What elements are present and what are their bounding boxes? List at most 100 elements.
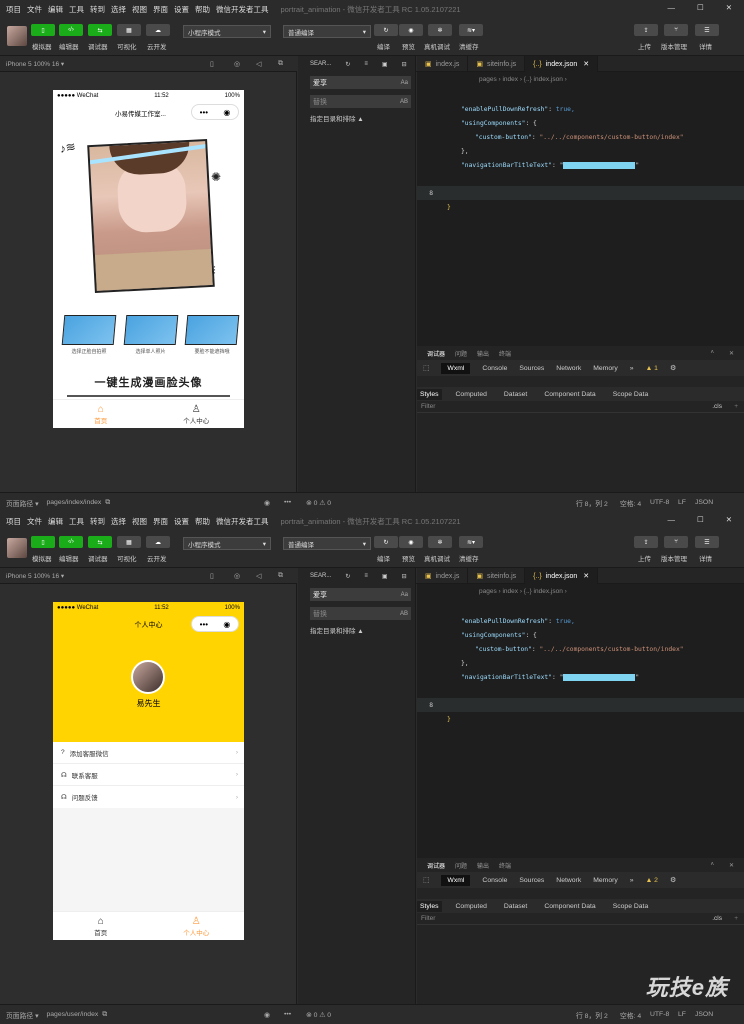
device-select[interactable]: iPhone 5 100% 16 ▾ (6, 60, 64, 68)
problems-count[interactable]: ⊗ 0 ⚠ 0 (306, 1011, 331, 1019)
preview-button[interactable]: ◉ (399, 536, 423, 548)
encoding[interactable]: UTF-8 (650, 499, 669, 506)
panel-memory[interactable]: Memory (593, 877, 618, 884)
real-debug-button[interactable]: ✲ (428, 536, 452, 548)
eye-icon[interactable]: ◉ (264, 499, 270, 507)
tab-debugger[interactable]: 调试器 (427, 861, 445, 870)
chevron-up-icon[interactable]: ˄ (710, 350, 714, 356)
maximize-icon[interactable]: ☐ (697, 3, 704, 12)
menu-item-contact[interactable]: ☊ 联系客服 › (53, 764, 244, 786)
code-content[interactable]: "enablePullDownRefresh": true, "usingCom… (417, 600, 744, 726)
language-mode[interactable]: JSON (695, 499, 713, 506)
upload-button[interactable]: ⇪ (634, 24, 658, 36)
popout-icon[interactable]: ⧉ (278, 572, 283, 580)
include-exclude-toggle[interactable]: 指定目录和排除 ▲ (310, 113, 415, 123)
cls-toggle[interactable]: .cls (712, 915, 722, 922)
compile-select[interactable]: 普通编译 ▾ (283, 537, 371, 550)
details-button[interactable]: ☰ (695, 24, 719, 36)
styles-filter[interactable]: Filter .cls + (417, 913, 744, 925)
menu-item[interactable]: 设置 (174, 4, 189, 15)
minimize-icon[interactable]: — (667, 3, 675, 12)
user-avatar[interactable] (7, 538, 27, 558)
copy-icon[interactable]: ⧉ (105, 499, 110, 507)
close-icon[interactable]: ✕ (583, 572, 589, 580)
warning-count[interactable]: ▲ 2 (646, 877, 658, 884)
menu-item[interactable]: 编辑 (48, 516, 63, 527)
replace-all-icon[interactable]: AB (400, 611, 408, 617)
debugger-toggle[interactable]: ⇆ (88, 24, 112, 36)
style-option[interactable]: 选择正脸自拍照 (61, 315, 117, 357)
minimize-icon[interactable]: — (667, 515, 675, 524)
eye-icon[interactable]: ◉ (264, 1011, 270, 1019)
tab-output[interactable]: 输出 (477, 861, 489, 870)
more-icon[interactable]: ••• (284, 499, 291, 506)
clear-cache-button[interactable]: ≋▾ (459, 24, 483, 36)
debugger-toggle[interactable]: ⇆ (88, 536, 112, 548)
collapse-icon[interactable]: ⊟ (402, 573, 407, 580)
real-debug-button[interactable]: ✲ (428, 24, 452, 36)
search-input[interactable]: 爱享 Aa (310, 588, 411, 601)
new-file-icon[interactable]: ▣ (382, 573, 388, 580)
style-option[interactable]: 选择单人照片 (123, 315, 178, 357)
sound-icon[interactable]: ◁ (256, 572, 261, 580)
tab-home[interactable]: ⌂ 首页 (53, 400, 149, 428)
subpanel-dataset[interactable]: Dataset (501, 389, 530, 400)
replace-all-icon[interactable]: AB (400, 99, 408, 105)
tab-siteinfo-js[interactable]: ▣ siteinfo.js (468, 568, 526, 584)
subpanel-styles[interactable]: Styles (417, 900, 442, 912)
copy-icon[interactable]: ⧉ (102, 1011, 107, 1019)
inspect-icon[interactable]: ⬚ (423, 364, 429, 372)
menu-item[interactable]: 工具 (69, 516, 84, 527)
more-panels-icon[interactable]: » (630, 877, 634, 884)
subpanel-scope-data[interactable]: Scope Data (610, 389, 652, 400)
editor-toggle[interactable]: ‹/› (59, 536, 83, 548)
cursor-position[interactable]: 行 8，列 2 (576, 498, 608, 508)
more-panels-icon[interactable]: » (630, 365, 634, 372)
menu-item[interactable]: 视图 (132, 516, 147, 527)
mode-select[interactable]: 小程序模式 ▾ (183, 25, 271, 38)
tab-siteinfo-js[interactable]: ▣ siteinfo.js (468, 56, 526, 72)
compile-select[interactable]: 普通编译 ▾ (283, 25, 371, 38)
subpanel-component-data[interactable]: Component Data (541, 901, 598, 912)
menu-item[interactable]: 界面 (153, 516, 168, 527)
menu-item[interactable]: 微信开发者工具 (216, 4, 269, 15)
style-option[interactable]: 要脸不能遮挡哦 (184, 315, 240, 357)
menu-item[interactable]: 帮助 (195, 4, 210, 15)
sound-icon[interactable]: ◁ (256, 60, 261, 68)
clear-icon[interactable]: ≡ (364, 573, 368, 579)
more-icon[interactable]: ••• (200, 620, 208, 629)
menu-item[interactable]: 工具 (69, 4, 84, 15)
more-icon[interactable]: ••• (284, 1011, 291, 1018)
replace-input[interactable]: 替换 AB (310, 95, 411, 108)
upload-button[interactable]: ⇪ (634, 536, 658, 548)
page-path-label[interactable]: 页面路径 ▾ (6, 498, 39, 508)
plus-icon[interactable]: + (734, 915, 738, 922)
subpanel-styles[interactable]: Styles (417, 388, 442, 400)
tab-issues[interactable]: 问题 (455, 349, 467, 358)
panel-sources[interactable]: Sources (519, 877, 544, 884)
inspect-icon[interactable]: ⬚ (423, 876, 429, 884)
record-icon[interactable]: ◎ (234, 572, 240, 580)
plus-icon[interactable]: + (734, 403, 738, 410)
tab-issues[interactable]: 问题 (455, 861, 467, 870)
compile-button[interactable]: ↻ (374, 24, 398, 36)
record-icon[interactable]: ◎ (234, 60, 240, 68)
visual-toggle[interactable]: ▦ (117, 536, 141, 548)
panel-network[interactable]: Network (556, 877, 581, 884)
visual-toggle[interactable]: ▦ (117, 24, 141, 36)
close-icon[interactable]: ✕ (729, 350, 734, 357)
indent-setting[interactable]: 空格: 4 (620, 1010, 641, 1020)
match-case-icon[interactable]: Aa (401, 80, 408, 86)
search-input[interactable]: 爱享 Aa (310, 76, 411, 89)
cloud-toggle[interactable]: ☁ (146, 24, 170, 36)
cloud-toggle[interactable]: ☁ (146, 536, 170, 548)
menu-item[interactable]: 视图 (132, 4, 147, 15)
replace-input[interactable]: 替换 AB (310, 607, 411, 620)
details-button[interactable]: ☰ (695, 536, 719, 548)
menu-item[interactable]: 编辑 (48, 4, 63, 15)
more-icon[interactable]: ••• (200, 108, 208, 117)
tab-me[interactable]: ♙ 个人中心 (149, 400, 245, 428)
menu-item-add-wechat[interactable]: ? 添加客服微信 › (53, 742, 244, 764)
preview-button[interactable]: ◉ (399, 24, 423, 36)
panel-console[interactable]: Console (482, 877, 507, 884)
